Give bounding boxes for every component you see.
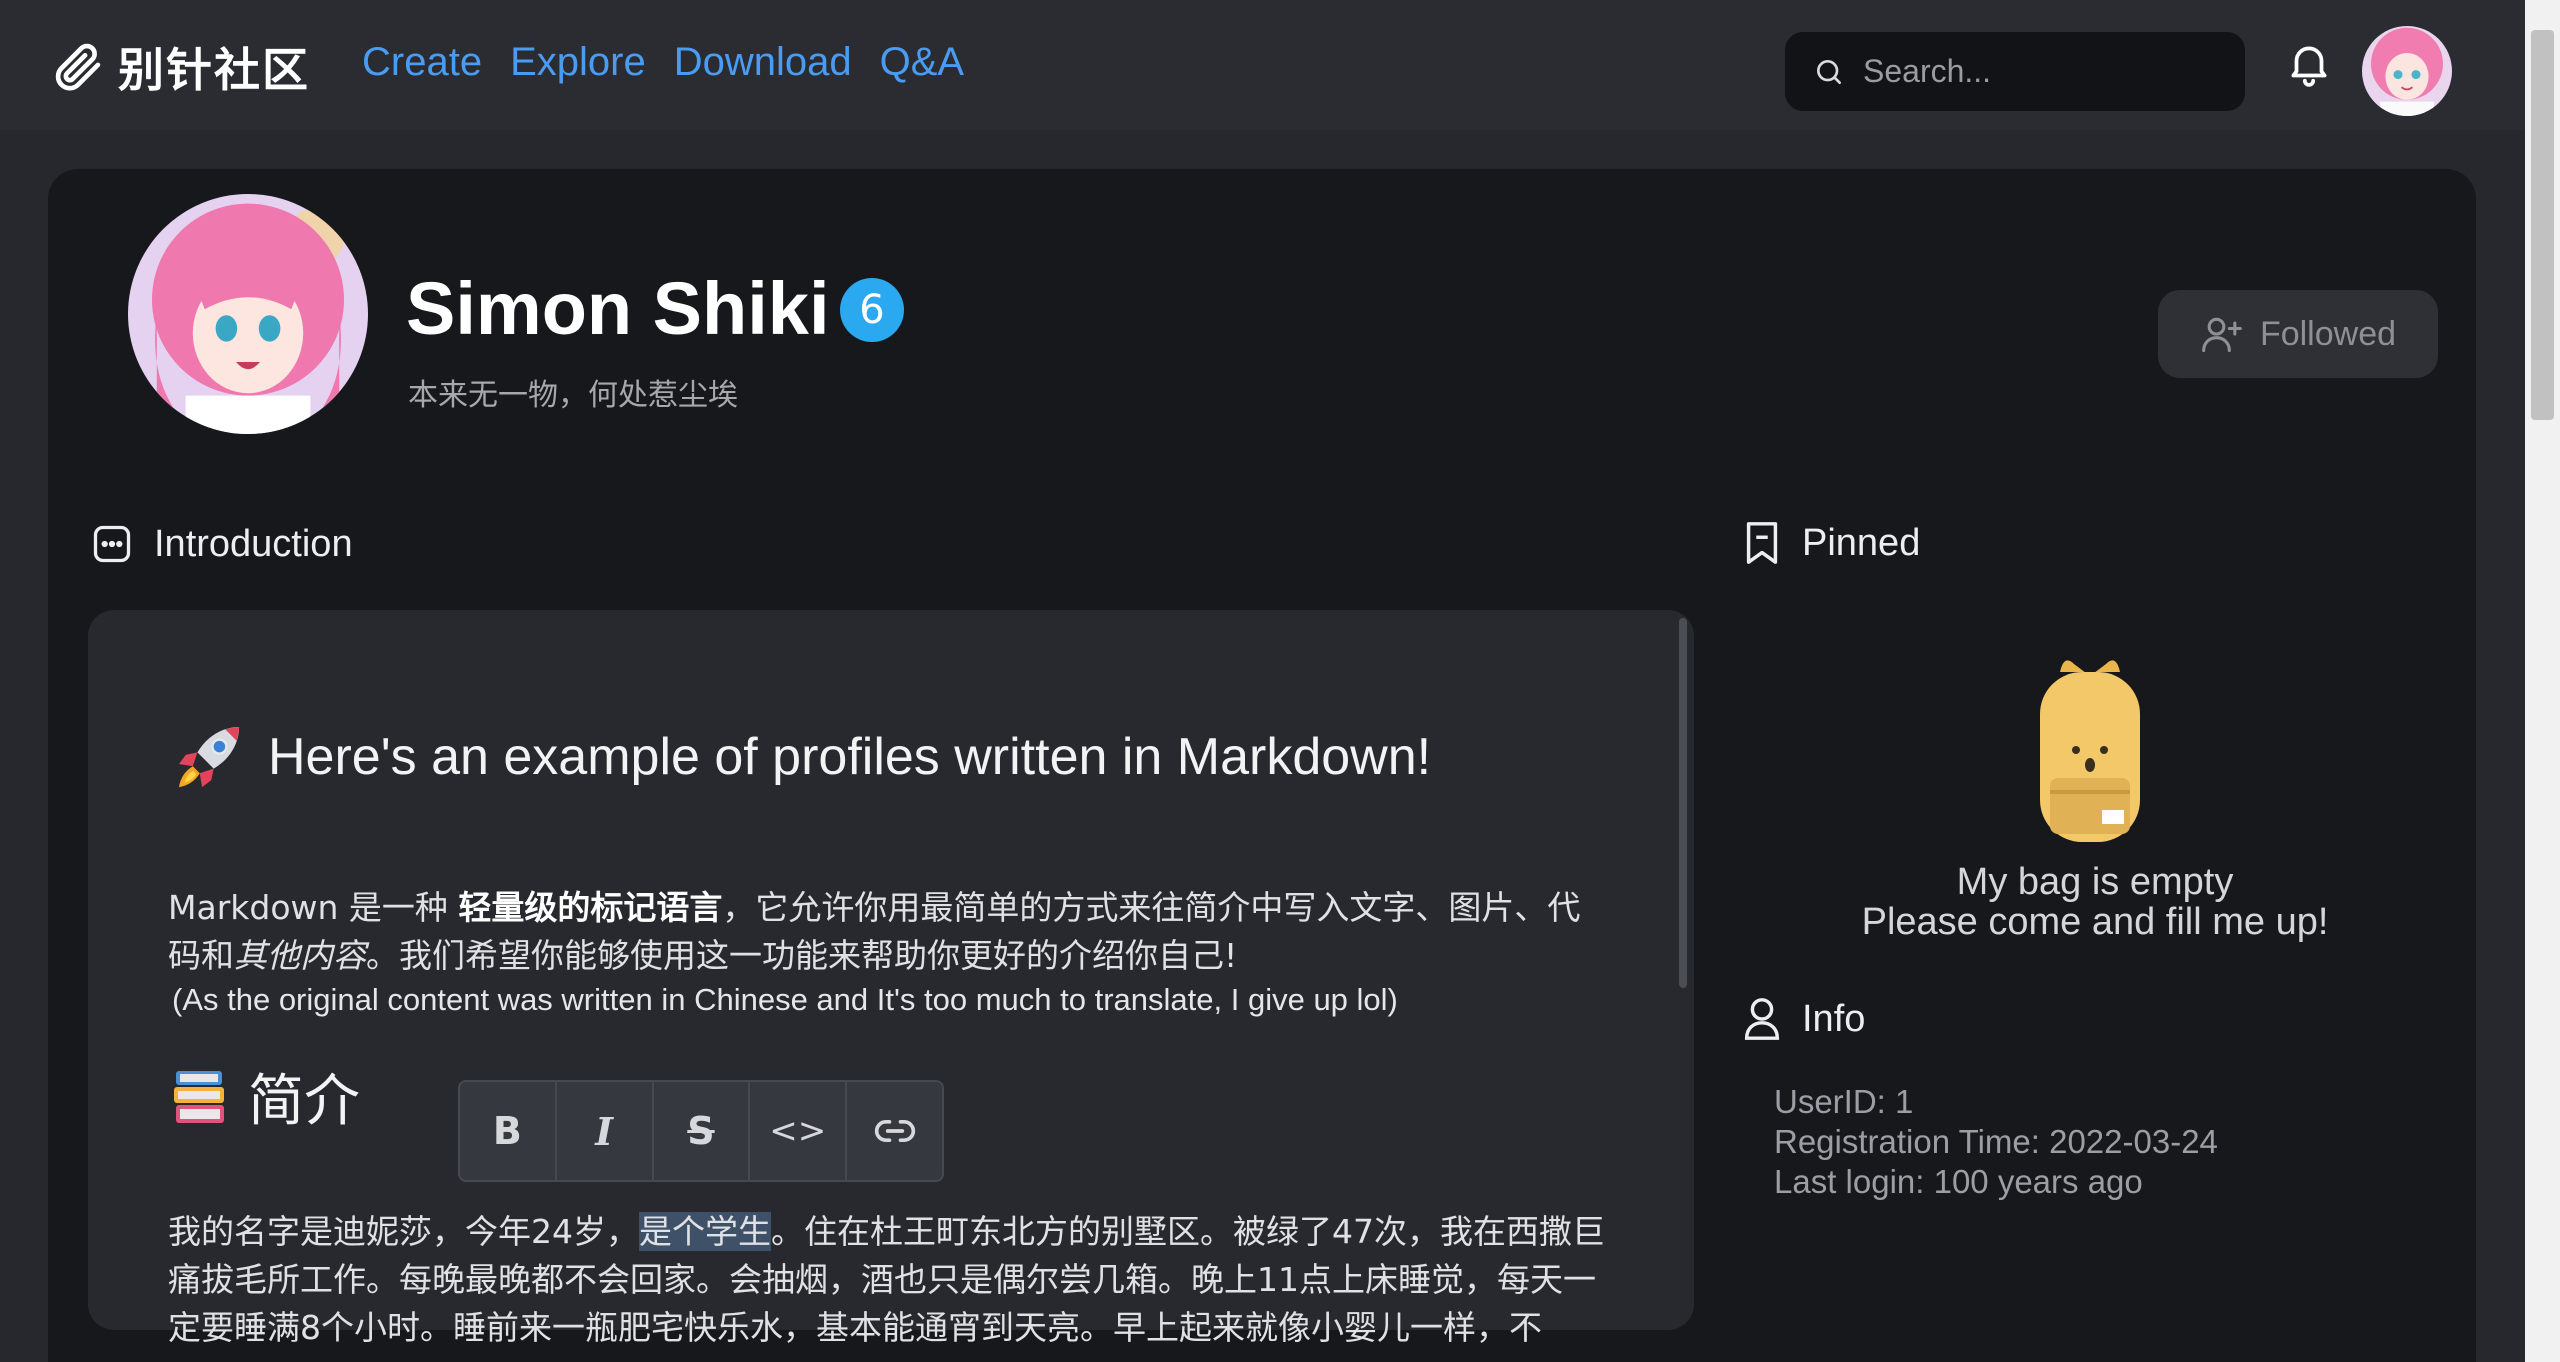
markdown-subheading-text: 简介 [248,1069,360,1134]
rocket-icon [178,726,240,788]
p1-text-a: Markdown 是一种 [168,888,459,927]
profile-signature: 本来无一物，何处惹尘埃 [408,378,738,413]
bookmark-icon [1746,522,1778,564]
italic-button[interactable]: I [557,1082,654,1180]
books-icon [174,1070,224,1123]
info-registration: Registration Time: 2022-03-24 [1774,1123,2218,1160]
intro-note: (As the original content was written in … [172,982,1398,1017]
markdown-heading: Here's an example of profiles written in… [172,720,1431,794]
chat-icon [93,525,131,563]
strikethrough-button[interactable]: S [654,1082,751,1180]
paperclip-icon [55,43,101,91]
search-input[interactable] [1861,52,2245,91]
bell-icon[interactable] [2284,38,2334,88]
profile-avatar [128,194,368,434]
info-list: UserID: 1 Registration Time: 2022-03-24 … [1774,1082,2218,1202]
nav-link-create[interactable]: Create [362,40,482,85]
card-scrollbar[interactable] [1679,618,1687,988]
empty-line-1: My bag is empty [1956,861,2234,903]
p1-bold: 轻量级的标记语言 [458,888,723,927]
backpack-icon [2040,660,2140,842]
nav-link-explore[interactable]: Explore [510,40,646,85]
info-user-id: UserID: 1 [1774,1083,1914,1120]
intro-paragraph-2: 我的名字是迪妮莎，今年24岁，是个学生。住在杜王町东北方的别墅区。被绿了47次，… [168,1208,1608,1352]
user-plus-icon [2202,317,2242,353]
code-button[interactable]: <> [750,1082,848,1180]
intro-paragraph-1: Markdown 是一种 轻量级的标记语言，它允许你用最简单的方式来往简介中写入… [168,884,1608,980]
bold-button[interactable]: B [460,1082,557,1180]
p2-text-a: 我的名字是迪妮莎，今年24岁， [168,1212,639,1251]
link-button[interactable] [847,1082,942,1180]
empty-line-2: Please come and fill me up! [1861,901,2329,943]
user-avatar[interactable] [2362,26,2452,116]
follow-button-label: Followed [2259,314,2397,353]
bold-icon: B [492,1109,522,1153]
profile-username: Simon Shiki [406,267,830,350]
info-title: Info [1802,997,1866,1040]
strikethrough-icon: S [687,1109,715,1153]
info-header: Info [1742,996,1865,1042]
italic-icon: I [595,1108,614,1154]
logo-text: 别针社区 [118,43,310,97]
nav-link-qa[interactable]: Q&A [880,40,964,85]
top-navbar: 别针社区 Create Explore Download Q&A [0,0,2525,130]
search-icon [1817,59,1841,84]
markdown-subheading: 简介 [172,1056,360,1137]
follow-button[interactable]: Followed [2158,290,2438,378]
nav-links: Create Explore Download Q&A [362,40,964,85]
level-badge: 6 [840,278,904,342]
introduction-title: Introduction [154,522,353,565]
info-last-login: Last login: 100 years ago [1774,1163,2143,1200]
code-icon: <> [769,1111,827,1151]
pinned-header: Pinned [1742,520,1920,566]
site-logo[interactable]: 别针社区 [48,34,310,100]
user-icon [1744,998,1780,1040]
nav-link-download[interactable]: Download [674,40,852,85]
search-box[interactable] [1785,32,2245,111]
p1-italic: 其他内容 [234,936,366,975]
p1-text-c: 。我们希望你能够使用这一功能来帮助你更好的介绍你自己! [366,936,1238,975]
format-toolbar: B I S <> [458,1080,944,1182]
introduction-header: Introduction [90,522,353,566]
link-icon [874,1120,915,1142]
pinned-title: Pinned [1802,521,1921,564]
pinned-empty-message: My bag is empty Please come and fill me … [1820,862,2370,942]
page-scrollbar-thumb[interactable] [2531,30,2554,420]
markdown-heading-text: Here's an example of profiles written in… [268,728,1432,786]
p2-highlight: 是个学生 [639,1212,771,1251]
